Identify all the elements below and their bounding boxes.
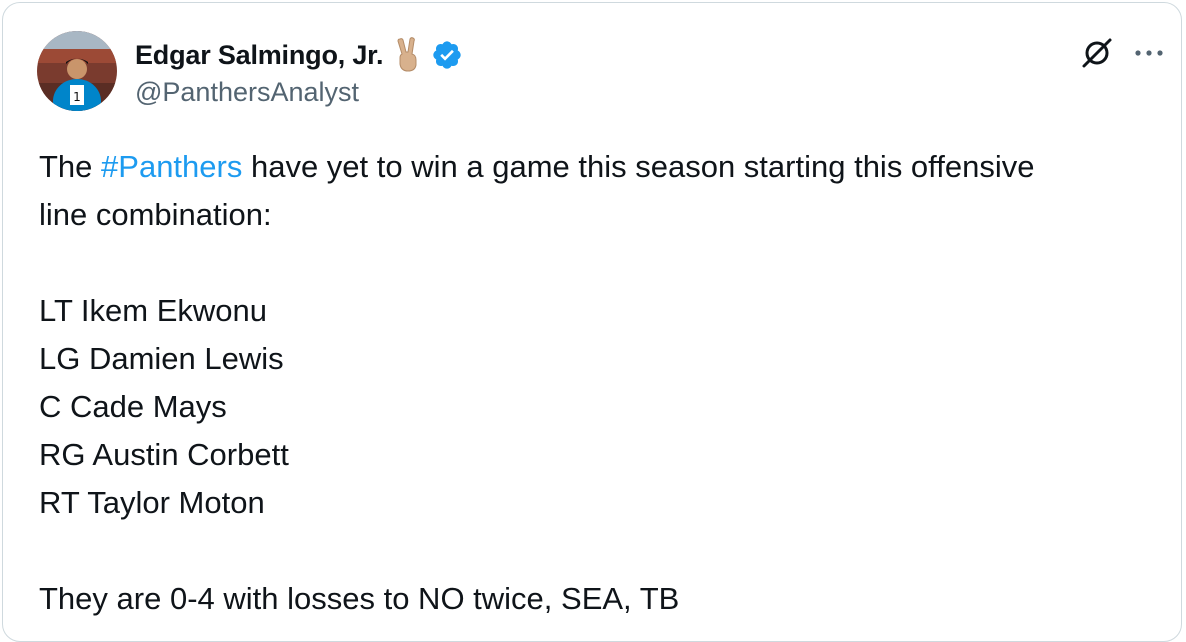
author-handle[interactable]: @PanthersAnalyst: [135, 77, 359, 108]
svg-text:1: 1: [73, 90, 81, 104]
tweet-text-line-1: The #Panthers have yet to win a game thi…: [39, 143, 1169, 191]
verified-badge-icon[interactable]: [431, 39, 463, 71]
tweet-text-line-2: line combination:: [39, 197, 272, 232]
author-name-row: Edgar Salmingo, Jr.: [135, 35, 463, 75]
lineup-item: RT Taylor Moton: [39, 485, 265, 520]
lineup-item: LG Damien Lewis: [39, 341, 284, 376]
avatar[interactable]: 1: [37, 31, 117, 111]
grok-icon[interactable]: [1077, 33, 1117, 73]
victory-hand-icon: [393, 37, 423, 73]
tweet-text: The #Panthers have yet to win a game thi…: [39, 143, 1169, 623]
lineup-item: RG Austin Corbett: [39, 437, 289, 472]
lineup-item: LT Ikem Ekwonu: [39, 293, 268, 328]
lineup-item: C Cade Mays: [39, 389, 227, 424]
text-segment: The: [39, 149, 102, 184]
hashtag-link[interactable]: #Panthers: [101, 149, 242, 184]
more-horizontal-icon[interactable]: [1129, 37, 1169, 69]
tweet-card: 1 Edgar Salmingo, Jr. @PanthersAnalyst T…: [2, 2, 1182, 642]
text-segment: have yet to win a game this season start…: [242, 149, 1035, 184]
closing-line: They are 0-4 with losses to NO twice, SE…: [39, 581, 680, 616]
author-name[interactable]: Edgar Salmingo, Jr.: [135, 40, 383, 71]
